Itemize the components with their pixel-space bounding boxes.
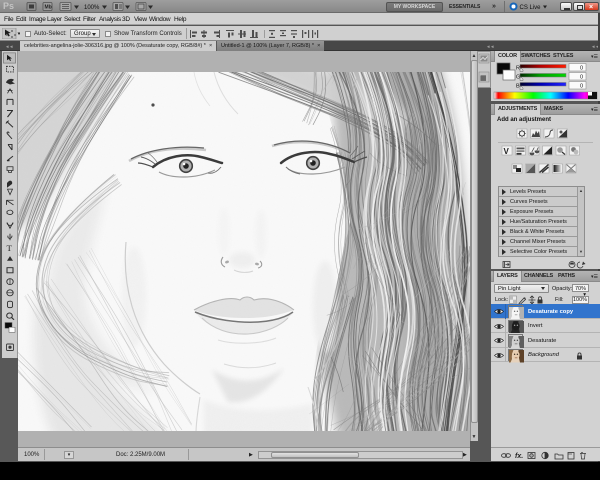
svg-text:fx.: fx. bbox=[515, 453, 523, 460]
svg-text:R: R bbox=[516, 66, 520, 72]
svg-text:0: 0 bbox=[580, 75, 583, 81]
svg-text:G: G bbox=[516, 75, 520, 81]
svg-text:0: 0 bbox=[580, 66, 583, 72]
svg-text:CS Live: CS Live bbox=[520, 5, 542, 11]
svg-text:T: T bbox=[7, 243, 13, 253]
svg-text:100%: 100% bbox=[84, 5, 100, 11]
svg-text:▦: ▦ bbox=[480, 75, 487, 82]
svg-text:V: V bbox=[504, 147, 510, 156]
svg-text:B: B bbox=[516, 84, 520, 90]
svg-text:Mb: Mb bbox=[45, 5, 52, 11]
svg-text:0: 0 bbox=[580, 84, 583, 90]
